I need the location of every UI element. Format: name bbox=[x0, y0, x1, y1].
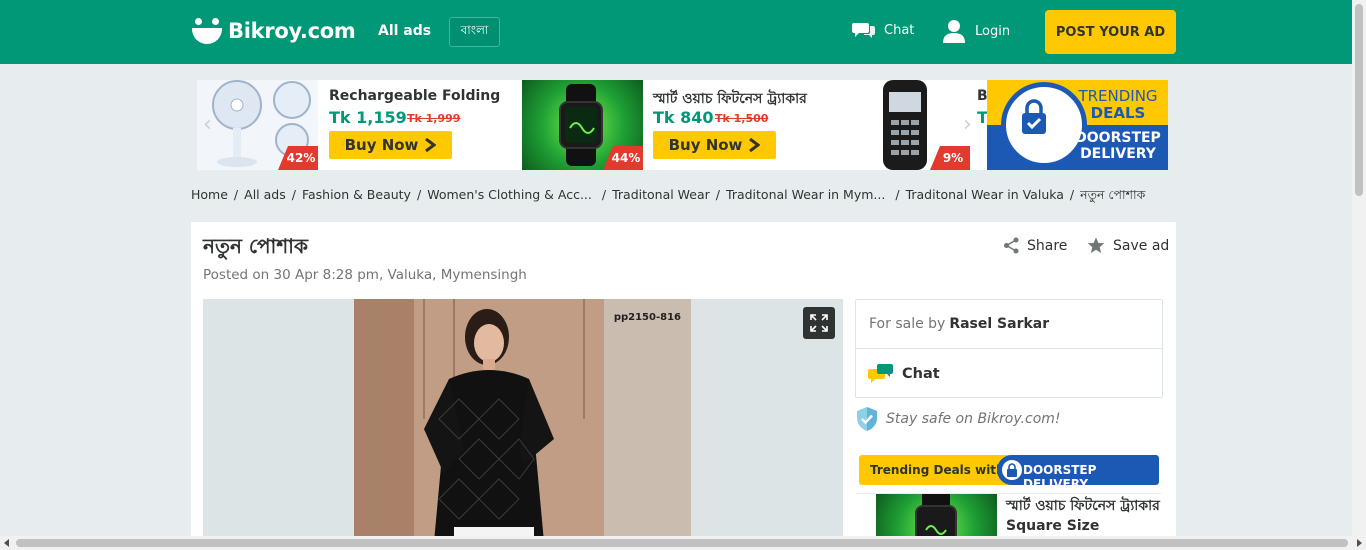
scroll-left-arrow-icon[interactable] bbox=[4, 539, 9, 547]
chat-link[interactable]: Chat bbox=[852, 20, 914, 40]
deal-title: স্মার্ট ওয়াচ ফিটনেস ট্র্যাকার Square Si… bbox=[1006, 498, 1160, 534]
trending-deals-label: Trending Deals with bbox=[870, 463, 1005, 477]
doorstep-delivery-badge: DOORSTEP DELIVERY bbox=[997, 455, 1159, 485]
padlock-icon bbox=[1007, 463, 1017, 477]
ad-photo[interactable]: pp2150-816 bbox=[354, 299, 691, 542]
ad-title: নতুন পোশাক bbox=[203, 234, 308, 258]
banner-prev-arrow[interactable]: ‹ bbox=[203, 112, 212, 137]
breadcrumb-link[interactable]: Women's Clothing & Acc... bbox=[427, 187, 592, 207]
photo-code-text: pp2150-816 bbox=[613, 312, 681, 323]
scroll-right-arrow-icon[interactable] bbox=[1357, 539, 1362, 547]
login-link[interactable]: Login bbox=[943, 19, 1010, 43]
trending-deals-badge[interactable]: TRENDING DEALS DOORSTEP DELIVERY bbox=[987, 80, 1168, 170]
bikroy-logo[interactable]: Bikroy.com bbox=[192, 16, 356, 46]
login-label: Login bbox=[975, 23, 1011, 39]
buy-now-button[interactable]: Buy Now bbox=[653, 131, 776, 159]
breadcrumb-link[interactable]: Fashion & Beauty bbox=[302, 187, 411, 207]
trending-deal-item[interactable]: স্মার্ট ওয়াচ ফিটনেস ট্র্যাকার Square Si… bbox=[856, 493, 1161, 544]
chat-label: Chat bbox=[902, 365, 940, 382]
for-sale-by-label: For sale by bbox=[869, 316, 946, 332]
chat-bubbles-icon bbox=[868, 363, 893, 383]
doorstep-delivery-text: DOORSTEP DELIVERY bbox=[1023, 463, 1097, 485]
breadcrumb-link[interactable]: Traditonal Wear in Mym... bbox=[726, 187, 885, 207]
trending-deals-text: TRENDING DEALS bbox=[1078, 87, 1158, 122]
horizontal-scrollbar[interactable] bbox=[0, 536, 1366, 550]
trending-deals-bar[interactable]: Trending Deals with DOORSTEP DELIVERY bbox=[859, 455, 1159, 485]
expand-icon bbox=[810, 314, 828, 332]
promo-price: Tk 840 bbox=[653, 108, 714, 127]
banner-next-arrow[interactable]: › bbox=[963, 112, 972, 137]
chevron-right-icon bbox=[425, 138, 437, 152]
star-icon bbox=[1087, 237, 1105, 253]
vertical-scrollbar[interactable] bbox=[1352, 0, 1366, 536]
seller-box: For sale by Rasel Sarkar Chat bbox=[855, 299, 1163, 398]
top-header: Bikroy.com All ads বাংলা Chat Login POST… bbox=[0, 0, 1352, 64]
stay-safe-notice: Stay safe on Bikroy.com! bbox=[856, 406, 1061, 432]
posted-info: Posted on 30 Apr 8:28 pm, Valuka, Mymens… bbox=[203, 267, 527, 283]
breadcrumb-link[interactable]: Traditonal Wear in Valuka bbox=[906, 187, 1064, 207]
promo-old-price: Tk 1,999 bbox=[407, 112, 461, 125]
seller-info: For sale by Rasel Sarkar bbox=[856, 300, 1162, 349]
promo-price: Tk 1,159 bbox=[329, 108, 407, 127]
image-gallery[interactable]: pp2150-816 bbox=[203, 299, 843, 542]
breadcrumb-link[interactable]: All ads bbox=[244, 187, 286, 207]
chat-icon bbox=[852, 23, 875, 38]
fullscreen-button[interactable] bbox=[803, 307, 835, 339]
logo-icon bbox=[192, 16, 222, 46]
breadcrumb: Home / All ads / Fashion & Beauty / Women's… bbox=[191, 187, 1145, 207]
promo-title: Rechargeable Folding bbox=[329, 88, 501, 104]
promo-item[interactable]: 42% Rechargeable Folding Tk 1,159 Tk 1,9… bbox=[197, 80, 522, 170]
chat-with-seller-button[interactable]: Chat bbox=[856, 349, 1162, 398]
chat-label: Chat bbox=[884, 22, 915, 38]
user-icon bbox=[943, 20, 965, 43]
share-icon bbox=[1004, 237, 1019, 254]
promo-old-price: Tk 1,500 bbox=[715, 112, 769, 125]
promo-banner[interactable]: 42% Rechargeable Folding Tk 1,159 Tk 1,9… bbox=[197, 80, 1168, 170]
shield-check-icon bbox=[857, 407, 877, 431]
chevron-right-icon bbox=[749, 138, 761, 152]
share-label: Share bbox=[1027, 237, 1068, 254]
stay-safe-text: Stay safe on Bikroy.com! bbox=[886, 411, 1061, 427]
ad-detail-card: নতুন পোশাক Posted on 30 Apr 8:28 pm, Val… bbox=[191, 222, 1176, 544]
save-label: Save ad bbox=[1113, 237, 1170, 254]
share-button[interactable]: Share bbox=[1003, 237, 1067, 254]
all-ads-link[interactable]: All ads bbox=[378, 23, 431, 39]
save-ad-button[interactable]: Save ad bbox=[1087, 237, 1169, 254]
doorstep-delivery-text: DOORSTEP DELIVERY bbox=[1075, 130, 1161, 162]
lock-icon bbox=[1022, 99, 1046, 134]
promo-item[interactable]: 44% স্মার্ট ওয়াচ ফিটনেস ট্র্যাকার Tk 84… bbox=[522, 80, 847, 170]
buy-now-button[interactable]: Buy Now bbox=[329, 131, 452, 159]
language-toggle-button[interactable]: বাংলা bbox=[449, 17, 500, 47]
breadcrumb-link[interactable]: Home bbox=[191, 187, 228, 207]
post-ad-button[interactable]: POST YOUR AD bbox=[1045, 10, 1176, 54]
buy-now-label: Buy Now bbox=[344, 136, 419, 154]
breadcrumb-current: নতুন পোশাক bbox=[1080, 187, 1146, 202]
breadcrumb-link[interactable]: Traditonal Wear bbox=[612, 187, 710, 207]
buy-now-label: Buy Now bbox=[668, 136, 743, 154]
seller-name[interactable]: Rasel Sarkar bbox=[949, 316, 1049, 332]
logo-text: Bikroy.com bbox=[228, 19, 356, 43]
